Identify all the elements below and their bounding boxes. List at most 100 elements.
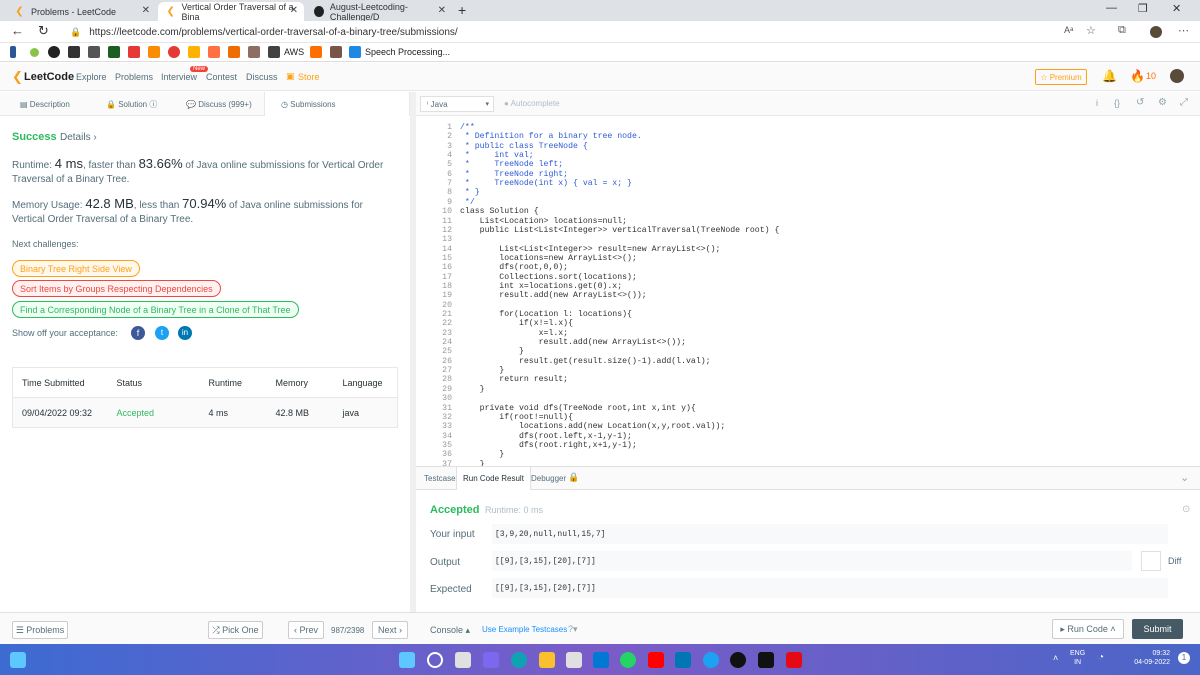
chat-icon[interactable] <box>483 652 499 668</box>
facebook-icon[interactable]: f <box>131 326 145 340</box>
diff-toggle[interactable] <box>1141 551 1161 571</box>
mail-icon[interactable] <box>593 652 609 668</box>
url-field[interactable]: 🔒 https://leetcode.com/problems/vertical… <box>70 23 1055 41</box>
code-line[interactable]: int x=locations.get(0).x; <box>460 282 622 291</box>
col-runtime[interactable]: Runtime <box>209 368 276 398</box>
col-time[interactable]: Time Submitted <box>13 368 117 398</box>
premium-button[interactable]: ☆ Premium <box>1035 69 1087 85</box>
code-line[interactable]: result.add(new ArrayList<>()); <box>460 338 686 347</box>
help-icon[interactable]: ⊙ <box>1182 504 1190 515</box>
challenge-easy[interactable]: Find a Corresponding Node of a Binary Tr… <box>12 301 299 318</box>
bookmark-icon[interactable] <box>208 46 220 58</box>
code-line[interactable]: if(root!=null){ <box>460 413 573 422</box>
code-line[interactable]: public List<List<Integer>> verticalTrave… <box>460 226 780 235</box>
code-line[interactable]: Collections.sort(locations); <box>460 273 637 282</box>
minimize-icon[interactable]: — <box>1106 2 1117 14</box>
code-editor[interactable]: 1 /** 2 * Definition for a binary tree nod… <box>416 117 1200 466</box>
linkedin-icon[interactable] <box>675 652 691 668</box>
code-line[interactable]: class Solution { <box>460 207 539 216</box>
code-line[interactable]: locations=new ArrayList<>(); <box>460 254 637 263</box>
nav-contest[interactable]: Contest <box>206 72 237 82</box>
next-button[interactable]: Next › <box>372 621 408 639</box>
nav-store[interactable]: Store <box>298 72 320 82</box>
fullscreen-icon[interactable]: ⤢ <box>1180 97 1188 108</box>
more-icon[interactable]: ⋯ <box>1178 24 1189 37</box>
close-icon[interactable]: ✕ <box>290 5 298 16</box>
language-select[interactable]: ⁱ Java ▾ <box>420 96 494 112</box>
close-icon[interactable]: ✕ <box>438 5 446 16</box>
code-line[interactable]: * int val; <box>460 151 534 160</box>
bookmark-speech[interactable]: Speech Processing... <box>365 47 450 57</box>
bookmark-icon[interactable] <box>108 46 120 58</box>
avatar[interactable] <box>1170 69 1184 83</box>
favorite-icon[interactable]: ☆ <box>1086 24 1096 37</box>
help-icon[interactable]: ?▾ <box>568 624 578 635</box>
use-example-testcases[interactable]: Use Example Testcases <box>482 625 567 634</box>
bookmark-aws[interactable]: AWS <box>284 47 304 57</box>
col-memory[interactable]: Memory <box>276 368 343 398</box>
code-line[interactable]: /** <box>460 123 475 132</box>
bookmark-k-icon[interactable] <box>10 46 16 58</box>
file-explorer-icon[interactable] <box>539 652 555 668</box>
code-line[interactable]: * public class TreeNode { <box>460 142 588 151</box>
code-line[interactable]: * } <box>460 188 480 197</box>
braces-icon[interactable]: {} <box>1114 98 1120 108</box>
netflix-icon[interactable] <box>786 652 802 668</box>
twitter-icon[interactable] <box>703 652 719 668</box>
details-link[interactable]: Details › <box>60 132 97 143</box>
clock[interactable]: 09:32 04-09-2022 <box>1120 649 1170 667</box>
browser-tab-vertical-order[interactable]: ❮ Vertical Order Traversal of a Bina ✕ <box>158 2 304 22</box>
code-line[interactable]: * TreeNode right; <box>460 170 568 179</box>
settings-icon[interactable]: ⚙ <box>1158 97 1167 108</box>
brand-name[interactable]: LeetCode <box>24 71 74 83</box>
bookmark-icon[interactable] <box>310 46 322 58</box>
problems-button[interactable]: ☰ Problems <box>12 621 68 639</box>
back-icon[interactable]: ← <box>11 23 24 38</box>
code-line[interactable]: dfs(root.left,x-1,y-1); <box>460 432 632 441</box>
linkedin-icon[interactable]: in <box>178 326 192 340</box>
bookmark-icon[interactable] <box>128 46 140 58</box>
bell-icon[interactable]: 🔔 <box>1102 69 1117 83</box>
tab-testcase[interactable]: Testcase <box>424 474 456 483</box>
code-line[interactable]: } <box>460 450 504 459</box>
browser-tab-problems[interactable]: ❮ Problems - LeetCode ✕ <box>6 2 156 21</box>
tab-run-code-result[interactable]: Run Code Result <box>456 467 531 490</box>
nav-discuss[interactable]: Discuss <box>246 72 278 82</box>
restore-icon[interactable]: ❐ <box>1138 2 1148 15</box>
code-line[interactable]: if(x!=l.x){ <box>460 319 573 328</box>
tab-submissions[interactable]: ◷ Submissions <box>264 92 410 116</box>
collapse-icon[interactable]: ⌄ <box>1180 471 1189 484</box>
code-line[interactable]: return result; <box>460 375 568 384</box>
code-line[interactable]: List<List<Integer>> result=new ArrayList… <box>460 245 720 254</box>
avatar[interactable] <box>1150 26 1162 38</box>
wifi-icon[interactable]: ◔ <box>1098 652 1104 663</box>
code-line[interactable]: } <box>460 366 504 375</box>
twitter-icon[interactable]: t <box>155 326 169 340</box>
code-line[interactable]: * Definition for a binary tree node. <box>460 132 642 141</box>
tab-solution[interactable]: 🔒 Solution ⓘ <box>90 92 180 116</box>
info-icon[interactable]: i <box>1096 98 1098 108</box>
bookmark-icon[interactable] <box>168 46 180 58</box>
code-line[interactable]: result.add(new ArrayList<>()); <box>460 291 646 300</box>
code-line[interactable]: * TreeNode left; <box>460 160 563 169</box>
nav-interview[interactable]: Interview <box>161 72 197 82</box>
bookmark-icon[interactable] <box>248 46 260 58</box>
youtube-icon[interactable] <box>648 652 664 668</box>
code-line[interactable]: * TreeNode(int x) { val = x; } <box>460 179 632 188</box>
tab-description[interactable]: ▤ Description <box>0 92 90 116</box>
reload-icon[interactable]: ↻ <box>38 23 49 39</box>
run-code-button[interactable]: ▸ Run Code ˄ <box>1052 619 1124 639</box>
console-toggle[interactable]: Console ▴ <box>430 625 470 636</box>
prev-button[interactable]: ‹ Prev <box>288 621 324 639</box>
close-icon[interactable]: ✕ <box>142 5 150 16</box>
bookmark-icon[interactable] <box>330 46 342 58</box>
autocomplete-toggle[interactable]: ● Autocomplete <box>504 99 560 108</box>
bookmark-icon[interactable] <box>148 46 160 58</box>
code-line[interactable]: List<Location> locations=null; <box>460 217 627 226</box>
col-language[interactable]: Language <box>343 368 398 398</box>
nav-explore[interactable]: Explore <box>76 72 107 82</box>
code-line[interactable]: locations.add(new Location(x,y,root.val)… <box>460 422 725 431</box>
code-line[interactable]: result.get(result.size()-1).add(l.val); <box>460 357 711 366</box>
tv-icon[interactable] <box>758 652 774 668</box>
tab-debugger[interactable]: Debugger <box>531 474 566 483</box>
